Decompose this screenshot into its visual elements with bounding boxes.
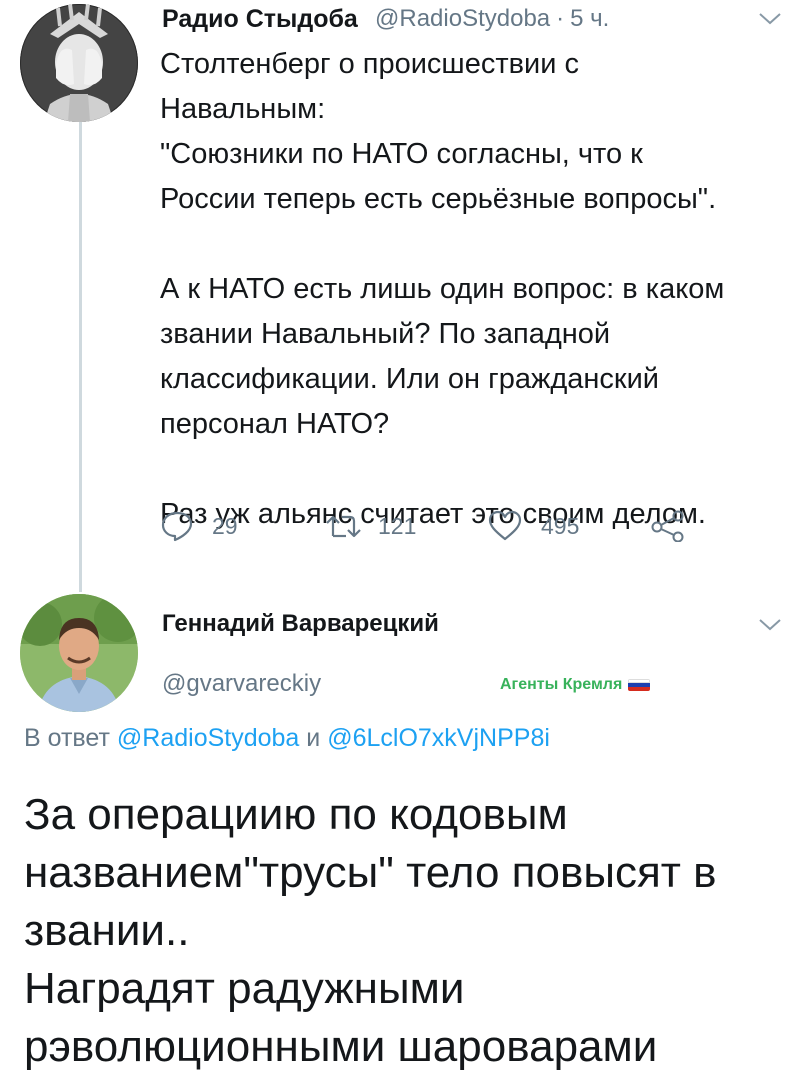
retweet-count: 121: [378, 512, 417, 539]
tweet2-line: Наградят радужными: [24, 964, 465, 1013]
tweet2-text: За операциию по кодовым названием"трусы"…: [24, 786, 774, 1076]
tweet1-line: Раз уж альянс считает это своим делом.: [160, 498, 706, 530]
share-icon: [651, 510, 684, 542]
tweet1-line: Навальным:: [160, 93, 326, 125]
tweet1-handle[interactable]: @RadioStydoba: [375, 5, 550, 33]
tweet2-display-name[interactable]: Геннадий Варварецкий: [162, 610, 439, 638]
reply-icon: [161, 511, 193, 542]
tweet1-line: персонал НАТО?: [160, 408, 390, 440]
tweet1-line: А к НАТО есть лишь один вопрос: в каком: [160, 273, 725, 305]
tweet1-line: Столтенберг о происшествии с: [160, 48, 579, 80]
russian-flag-icon: [628, 679, 651, 691]
chevron-down-icon[interactable]: [758, 618, 782, 632]
chevron-down-icon[interactable]: [758, 12, 782, 26]
tweet1-line: классификации. Или он гражданский: [160, 363, 660, 395]
reply-and: и: [306, 724, 321, 752]
reply-prefix: В ответ: [24, 724, 110, 752]
avatar-radio-stydoba[interactable]: [20, 4, 138, 122]
reply-mention-2[interactable]: @6LclO7xkVjNPP8i: [327, 724, 550, 752]
badge-label: Агенты Кремля: [500, 676, 623, 693]
reply-count: 29: [212, 512, 238, 539]
agents-badge: Агенты Кремля: [500, 676, 651, 694]
tweet2-line: За операциию по кодовым: [24, 790, 568, 839]
like-button[interactable]: 495: [487, 510, 579, 542]
tweet2-line: названием"трусы" тело повысят в: [24, 848, 717, 897]
tweet1-display-name[interactable]: Радио Стыдоба: [162, 5, 358, 34]
like-icon: [488, 510, 522, 541]
tweet1-separator: ·: [556, 5, 565, 32]
tweet1-text: Столтенберг о происшествии с Навальным: …: [160, 42, 780, 537]
retweet-button[interactable]: 121: [324, 510, 416, 542]
tweet2-line: звании..: [24, 906, 190, 955]
tweet1-line: [160, 447, 780, 492]
reply-context: В ответ @RadioStydoba и @6LclO7xkVjNPP8i: [24, 724, 550, 753]
tweet1-time[interactable]: 5 ч.: [570, 5, 609, 33]
avatar-photo: [20, 594, 138, 712]
thread-connector-line: [79, 122, 82, 592]
tweet1-line: звании Навальный? По западной: [160, 318, 611, 350]
tweet1-meta: @RadioStydoba · 5 ч.: [375, 5, 609, 33]
like-count: 495: [541, 512, 580, 539]
tweet1-line: "Союзники по НАТО согласны, что к: [160, 138, 643, 170]
reply-button[interactable]: 29: [160, 510, 238, 542]
tweet1-line: России теперь есть серьёзные вопросы".: [160, 183, 717, 215]
avatar-statue-image: [20, 4, 138, 122]
tweet2-handle[interactable]: @gvarvareckiy: [162, 670, 321, 698]
retweet-icon: [326, 515, 361, 538]
share-button[interactable]: [650, 510, 686, 542]
reply-mention-1[interactable]: @RadioStydoba: [117, 724, 299, 752]
tweet1-line: [160, 222, 780, 267]
avatar-gennadiy[interactable]: [20, 594, 138, 712]
tweet2-line: рэволюционными шароварами: [24, 1022, 658, 1071]
